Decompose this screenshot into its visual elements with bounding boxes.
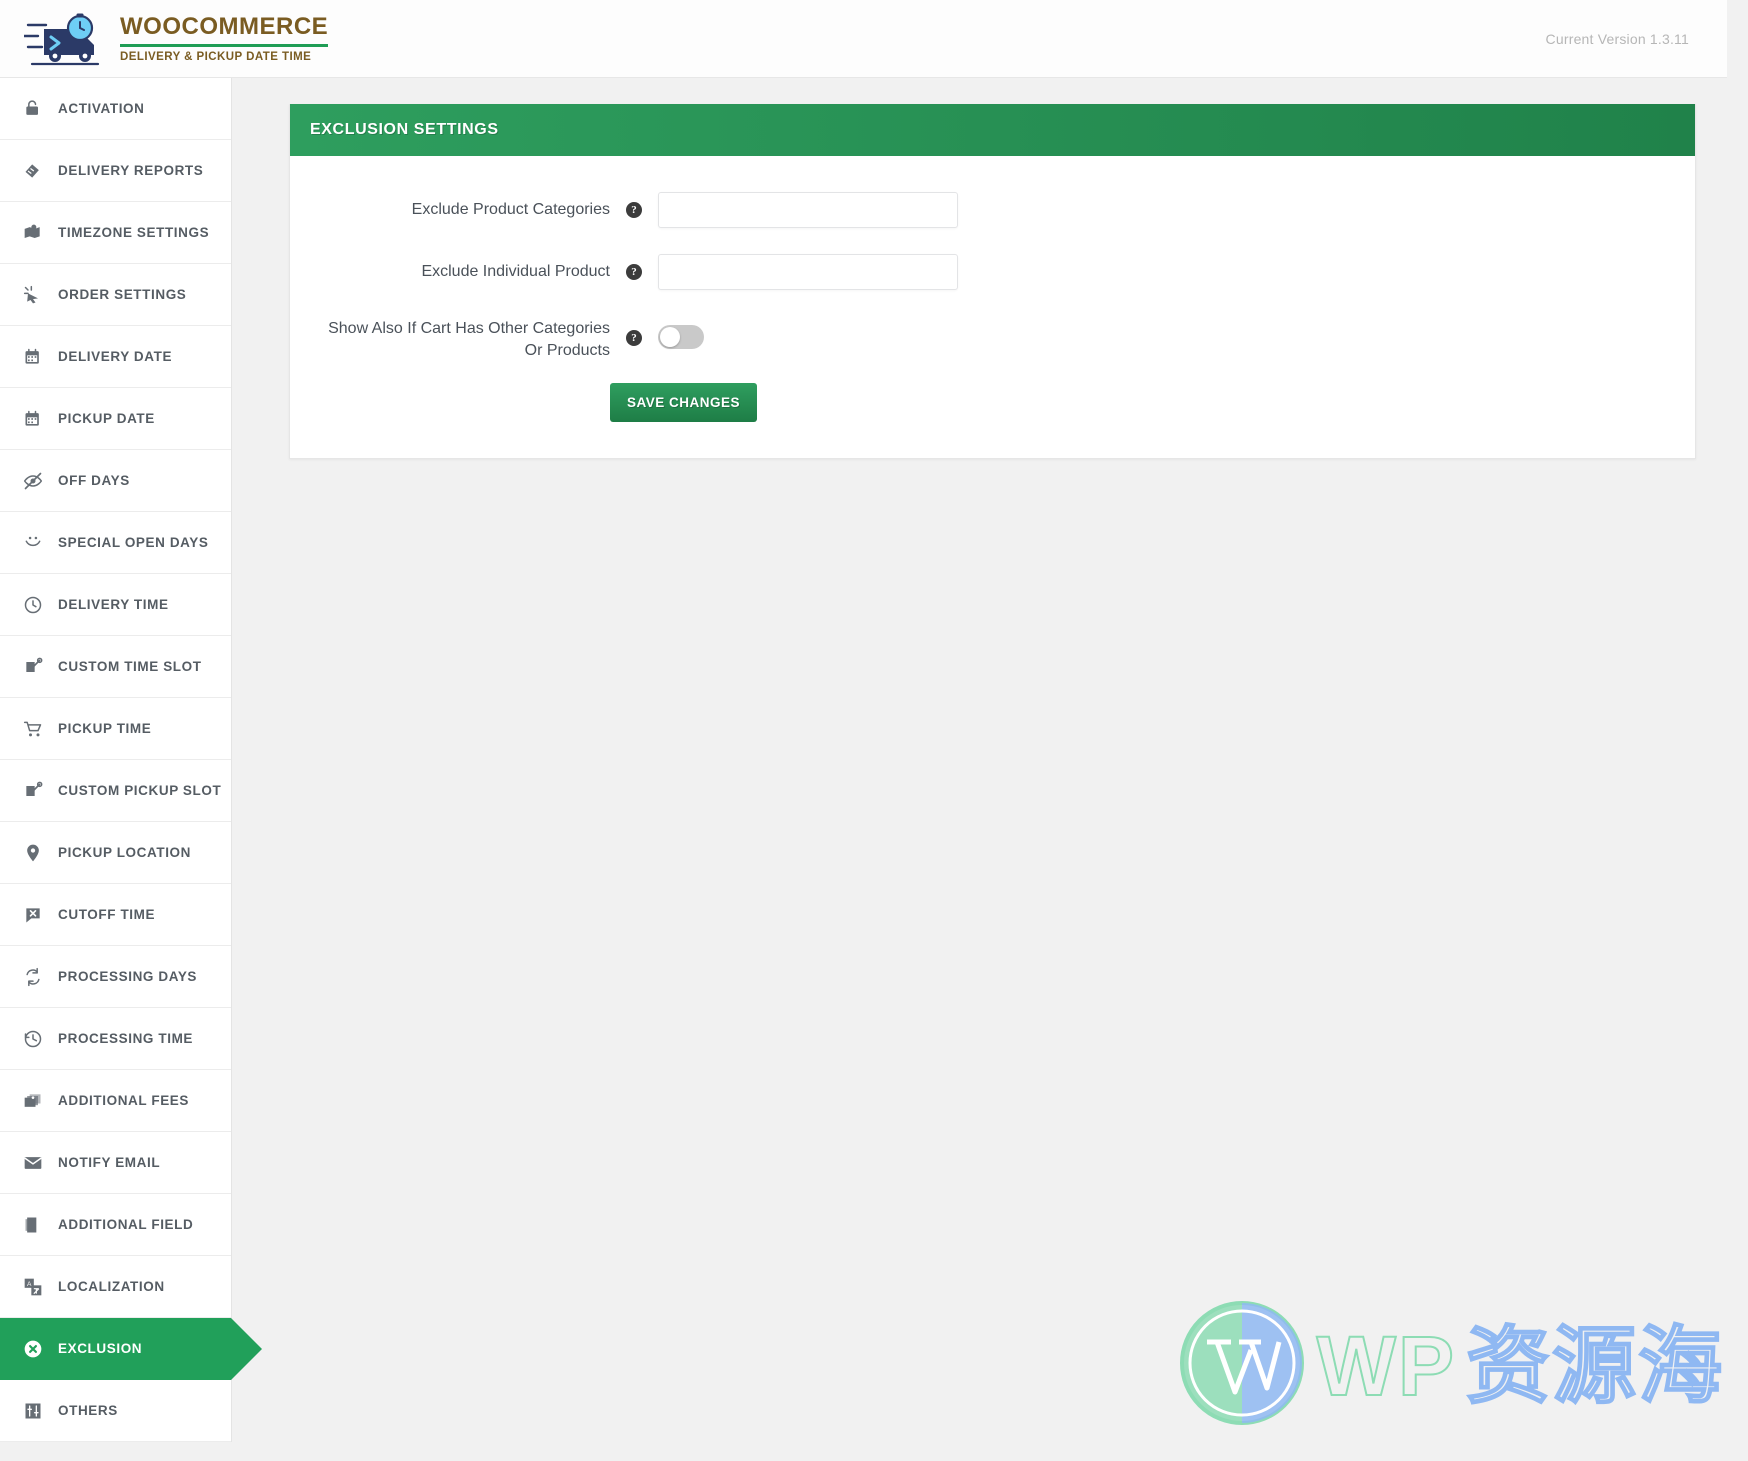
sidebar-item-label: ACTIVATION bbox=[58, 101, 145, 116]
sidebar-item-pickup-date[interactable]: PICKUP DATE bbox=[0, 388, 231, 450]
sidebar-item-label: DELIVERY DATE bbox=[58, 349, 173, 364]
main-content: EXCLUSION SETTINGS Exclude Product Categ… bbox=[232, 78, 1727, 1461]
sidebar-item-off-days[interactable]: OFF DAYS bbox=[0, 450, 231, 512]
calendar-icon bbox=[22, 346, 44, 368]
exclusion-settings-panel: EXCLUSION SETTINGS Exclude Product Categ… bbox=[289, 104, 1696, 460]
brand-subtitle: DELIVERY & PICKUP DATE TIME bbox=[120, 50, 312, 63]
book-icon bbox=[22, 1214, 44, 1236]
sidebar-item-order-settings[interactable]: ORDER SETTINGS bbox=[0, 264, 231, 326]
envelope-icon bbox=[22, 1152, 44, 1174]
smiley-icon bbox=[22, 532, 44, 554]
sidebar-nav: ACTIVATION DELIVERY REPORTS TIMEZONE SETTI… bbox=[0, 78, 262, 1442]
sidebar-item-activation[interactable]: ACTIVATION bbox=[0, 78, 231, 140]
brand-title: WOOCOMMERCE bbox=[120, 13, 329, 41]
panel-header: EXCLUSION SETTINGS bbox=[290, 104, 1695, 156]
save-changes-button[interactable]: SAVE CHANGES bbox=[610, 383, 758, 423]
sidebar-item-label: SPECIAL OPEN DAYS bbox=[58, 535, 209, 550]
sidebar-item-cutoff-time[interactable]: CUTOFF TIME bbox=[0, 884, 231, 946]
sidebar-item-processing-time[interactable]: PROCESSING TIME bbox=[0, 1008, 231, 1070]
map-pin-flag-icon bbox=[22, 222, 44, 244]
sidebar-item-label: DELIVERY TIME bbox=[58, 597, 169, 612]
sidebar-item-label: TIMEZONE SETTINGS bbox=[58, 225, 210, 240]
sidebar-item-label: PROCESSING DAYS bbox=[58, 969, 198, 984]
images-stack-icon bbox=[22, 1090, 44, 1112]
eye-slash-icon bbox=[22, 470, 44, 492]
brand-logo: WOOCOMMERCE DELIVERY & PICKUP DATE TIME bbox=[0, 11, 329, 67]
panel-body: Exclude Product Categories ? Exclude Ind… bbox=[290, 156, 1695, 458]
sidebar-item-label: ORDER SETTINGS bbox=[58, 287, 187, 302]
sidebar-item-label: PICKUP TIME bbox=[58, 721, 152, 736]
panel-title: EXCLUSION SETTINGS bbox=[310, 121, 499, 138]
field-exclude-individual-product: Exclude Individual Product ? bbox=[290, 254, 1695, 290]
sidebar-item-label: PICKUP LOCATION bbox=[58, 845, 192, 860]
sidebar-item-label: EXCLUSION bbox=[58, 1341, 143, 1356]
clock-icon bbox=[22, 594, 44, 616]
refresh-cycle-icon bbox=[22, 966, 44, 988]
svg-text:A: A bbox=[27, 1280, 32, 1287]
click-cursor-icon bbox=[22, 284, 44, 306]
sidebar-item-custom-pickup-slot[interactable]: CUSTOM PICKUP SLOT bbox=[0, 760, 231, 822]
field-show-also-if-cart-has-other: Show Also If Cart Has Other Categories O… bbox=[290, 316, 1695, 361]
field-label: Exclude Individual Product bbox=[421, 263, 610, 281]
delivery-truck-clock-icon bbox=[22, 11, 106, 67]
note-pencil-icon bbox=[22, 656, 44, 678]
current-version-label: Current Version 1.3.11 bbox=[1545, 30, 1689, 47]
clock-rewind-icon bbox=[22, 1028, 44, 1050]
sidebar-item-label: DELIVERY REPORTS bbox=[58, 163, 204, 178]
save-button-wrap: SAVE CHANGES bbox=[310, 383, 1695, 423]
brand-text: WOOCOMMERCE DELIVERY & PICKUP DATE TIME bbox=[120, 13, 329, 63]
sidebar-item-label: OTHERS bbox=[58, 1403, 118, 1418]
sidebar-item-label: ADDITIONAL FEES bbox=[58, 1093, 190, 1108]
sidebar-item-label: CUSTOM PICKUP SLOT bbox=[58, 783, 222, 798]
sidebar-item-special-open-days[interactable]: SPECIAL OPEN DAYS bbox=[0, 512, 231, 574]
field-label: Exclude Product Categories bbox=[411, 201, 610, 219]
toggle-knob bbox=[660, 327, 680, 347]
question-mark-icon[interactable]: ? bbox=[626, 264, 642, 280]
location-pin-icon bbox=[22, 842, 44, 864]
exclude-product-categories-input[interactable] bbox=[658, 192, 958, 228]
lock-icon bbox=[22, 98, 44, 120]
circle-x-icon bbox=[22, 1338, 44, 1360]
sidebar-item-processing-days[interactable]: PROCESSING DAYS bbox=[0, 946, 231, 1008]
sidebar-item-custom-time-slot[interactable]: CUSTOM TIME SLOT bbox=[0, 636, 231, 698]
sidebar-item-pickup-time[interactable]: PICKUP TIME bbox=[0, 698, 231, 760]
app-root: WOOCOMMERCE DELIVERY & PICKUP DATE TIME … bbox=[0, 0, 1748, 1461]
field-label-line2: Or Products bbox=[524, 341, 610, 359]
sidebar-item-delivery-reports[interactable]: DELIVERY REPORTS bbox=[0, 140, 231, 202]
sidebar-item-notify-email[interactable]: NOTIFY EMAIL bbox=[0, 1132, 231, 1194]
sidebar-item-label: OFF DAYS bbox=[58, 473, 130, 488]
question-mark-icon[interactable]: ? bbox=[626, 330, 642, 346]
sidebar-item-label: NOTIFY EMAIL bbox=[58, 1155, 161, 1170]
sidebar-item-label: PICKUP DATE bbox=[58, 411, 155, 426]
sidebar-item-localization[interactable]: A LOCALIZATION bbox=[0, 1256, 231, 1318]
field-exclude-product-categories: Exclude Product Categories ? bbox=[290, 192, 1695, 228]
note-pencil-icon bbox=[22, 780, 44, 802]
speech-bubble-x-icon bbox=[22, 904, 44, 926]
report-icon bbox=[22, 160, 44, 182]
sidebar-item-label: PROCESSING TIME bbox=[58, 1031, 194, 1046]
sidebar-item-label: LOCALIZATION bbox=[58, 1279, 165, 1294]
exclude-individual-product-input[interactable] bbox=[658, 254, 958, 290]
translate-icon: A bbox=[22, 1276, 44, 1298]
sidebar-item-pickup-location[interactable]: PICKUP LOCATION bbox=[0, 822, 231, 884]
sidebar-item-delivery-date[interactable]: DELIVERY DATE bbox=[0, 326, 231, 388]
shopping-cart-icon bbox=[22, 718, 44, 740]
calendar-icon bbox=[22, 408, 44, 430]
field-label-line1: Show Also If Cart Has Other Categories bbox=[328, 320, 610, 337]
sidebar-item-additional-field[interactable]: ADDITIONAL FIELD bbox=[0, 1194, 231, 1256]
question-mark-icon[interactable]: ? bbox=[626, 202, 642, 218]
field-label: Show Also If Cart Has Other Categories O… bbox=[310, 316, 610, 361]
sidebar-item-others[interactable]: OTHERS bbox=[0, 1380, 231, 1442]
show-also-if-cart-toggle[interactable] bbox=[658, 325, 704, 349]
sidebar-item-label: CUSTOM TIME SLOT bbox=[58, 659, 202, 674]
sidebar-item-additional-fees[interactable]: ADDITIONAL FEES bbox=[0, 1070, 231, 1132]
sidebar-item-timezone-settings[interactable]: TIMEZONE SETTINGS bbox=[0, 202, 231, 264]
sidebar-item-label: CUTOFF TIME bbox=[58, 907, 156, 922]
sidebar-item-label: ADDITIONAL FIELD bbox=[58, 1217, 194, 1232]
sidebar-item-delivery-time[interactable]: DELIVERY TIME bbox=[0, 574, 231, 636]
brand-divider bbox=[120, 43, 329, 47]
sliders-icon bbox=[22, 1400, 44, 1422]
app-header: WOOCOMMERCE DELIVERY & PICKUP DATE TIME … bbox=[0, 0, 1727, 78]
sidebar-item-exclusion[interactable]: EXCLUSION bbox=[0, 1318, 262, 1380]
